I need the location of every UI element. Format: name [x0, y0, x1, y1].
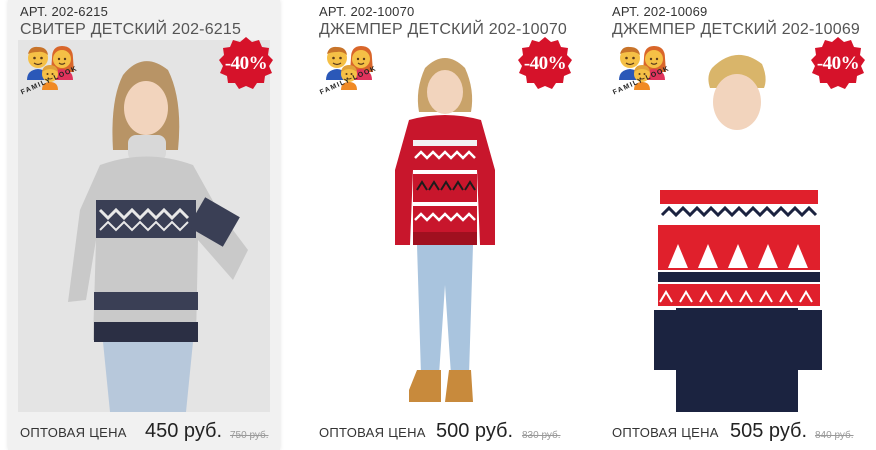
current-price: 505 руб. [730, 420, 808, 442]
old-price: 830 руб. [522, 430, 561, 441]
product-card[interactable]: АРТ. 202-10069 ДЖЕМПЕР ДЕТСКИЙ 202-10069… [600, 0, 872, 450]
family-look-icon: FAMILY LOOK [18, 44, 84, 106]
discount-badge: -40% [517, 36, 573, 92]
discount-badge: -40% [218, 36, 274, 92]
discount-label: -40% [224, 53, 268, 74]
current-price: 450 руб. [145, 420, 223, 442]
discount-badge: -40% [810, 36, 866, 92]
product-article: АРТ. 202-6215 [20, 4, 109, 19]
product-card[interactable]: АРТ. 202-6215 СВИТЕР ДЕТСКИЙ 202-6215 FA… [8, 0, 280, 450]
family-look-icon: FAMILY LOOK [610, 44, 676, 106]
product-title[interactable]: СВИТЕР ДЕТСКИЙ 202-6215 [20, 21, 241, 39]
discount-label: -40% [523, 53, 567, 74]
product-article: АРТ. 202-10069 [612, 4, 708, 19]
product-card[interactable]: АРТ. 202-10070 ДЖЕМПЕР ДЕТСКИЙ 202-10070… [307, 0, 579, 450]
price-label: ОПТОВАЯ ЦЕНА [612, 425, 719, 440]
price-label: ОПТОВАЯ ЦЕНА [20, 425, 127, 440]
current-price: 500 руб. [436, 420, 514, 442]
product-article: АРТ. 202-10070 [319, 4, 415, 19]
old-price: 750 руб. [230, 430, 269, 441]
old-price: 840 руб. [815, 430, 854, 441]
family-look-icon: FAMILY LOOK [317, 44, 383, 106]
discount-label: -40% [816, 53, 860, 74]
price-label: ОПТОВАЯ ЦЕНА [319, 425, 426, 440]
